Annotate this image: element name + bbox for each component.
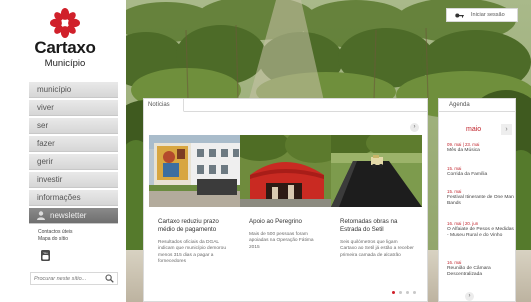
news-card-image[interactable] xyxy=(331,135,422,207)
news-card[interactable]: Retomadas obras na Estrada do Setil Seis… xyxy=(331,135,422,259)
nav-item-municipio[interactable]: município xyxy=(29,82,118,98)
tab-noticias[interactable]: Notícias xyxy=(144,99,184,112)
red-tent-photo xyxy=(240,135,331,207)
agenda-month: maio xyxy=(466,126,482,133)
sitemap-link[interactable]: Mapa do sítio xyxy=(38,236,118,243)
event-title[interactable]: O Alfaiate de Pesos e Medidas - Museu Ru… xyxy=(447,227,515,239)
nav-item-ser[interactable]: ser xyxy=(29,118,118,134)
carousel-dots xyxy=(392,291,416,295)
cartaxo-emblem-icon xyxy=(50,8,80,38)
news-card-image[interactable] xyxy=(149,135,240,207)
news-card-title[interactable]: Cartaxo reduziu prazo médio de pagamento xyxy=(149,218,240,234)
news-panel: Notícias › Cartaxo reduziu prazo médio d… xyxy=(143,98,428,302)
site-search xyxy=(30,272,118,285)
agenda-event[interactable]: 09. mai | 23. mai Mês da Música xyxy=(447,142,515,154)
svg-text:You: You xyxy=(43,251,48,255)
nav-item-newsletter[interactable]: newsletter xyxy=(29,208,118,224)
news-next-button[interactable]: › xyxy=(410,123,419,132)
nav-item-investir[interactable]: investir xyxy=(29,172,118,188)
carousel-dot[interactable] xyxy=(406,291,409,294)
login-button[interactable]: Iniciar sessão xyxy=(446,8,518,22)
news-card-image[interactable] xyxy=(240,135,331,207)
tab-divider xyxy=(184,111,428,112)
news-card-summary: Seis quilómetros que ligam Cartaxo ao Se… xyxy=(340,240,414,258)
event-title[interactable]: Mês da Música xyxy=(447,148,515,154)
agenda-event[interactable]: 16. mai Reunião de Câmara Descentralizad… xyxy=(447,260,515,278)
news-card-title[interactable]: Retomadas obras na Estrada do Setil xyxy=(331,218,422,234)
agenda-event[interactable]: 15. mai Festival Itinerante de One Man B… xyxy=(447,189,515,207)
building-mural-photo xyxy=(149,135,240,207)
road-works-photo xyxy=(331,135,422,207)
youtube-icon[interactable]: You xyxy=(41,250,50,261)
contacts-link[interactable]: Contactos úteis xyxy=(38,229,118,236)
nav-item-viver[interactable]: viver xyxy=(29,100,118,116)
agenda-panel: Agenda maio › 09. mai | 23. mai Mês da M… xyxy=(438,98,516,302)
carousel-dot[interactable] xyxy=(399,291,402,294)
user-icon xyxy=(37,211,45,220)
news-card-summary: Mais de 500 pessoas foram apoiadas na Op… xyxy=(249,232,314,250)
event-title[interactable]: Reunião de Câmara Descentralizada xyxy=(447,266,515,278)
news-card-title[interactable]: Apoio ao Peregrino xyxy=(240,218,331,226)
carousel-dot[interactable] xyxy=(413,291,416,294)
agenda-more-button[interactable]: › xyxy=(465,292,474,301)
news-card-summary: Resultados oficiais da DGAL indicam que … xyxy=(158,240,226,265)
page: Cartaxo Município município viver ser fa… xyxy=(0,0,531,302)
agenda-title: Agenda xyxy=(439,99,515,112)
key-icon xyxy=(455,13,464,18)
agenda-event[interactable]: 15. mai Corrida da Família xyxy=(447,166,515,178)
news-card[interactable]: Apoio ao Peregrino Mais de 500 pessoas f… xyxy=(240,135,331,251)
event-title[interactable]: Festival Itinerante de One Man Bands xyxy=(447,195,515,207)
event-title[interactable]: Corrida da Família xyxy=(447,172,515,178)
nav-item-informacoes[interactable]: informações xyxy=(29,190,118,206)
login-label: Iniciar sessão xyxy=(471,12,505,18)
month-next-button[interactable]: › xyxy=(501,124,512,135)
search-icon[interactable] xyxy=(105,274,114,283)
nav-item-fazer[interactable]: fazer xyxy=(29,136,118,152)
newsletter-label: newsletter xyxy=(50,210,87,220)
main-nav: município viver ser fazer gerir investir… xyxy=(29,82,118,226)
nav-item-gerir[interactable]: gerir xyxy=(29,154,118,170)
carousel-dot[interactable] xyxy=(392,291,395,294)
brand-subtitle: Município xyxy=(44,58,86,69)
side-links: Contactos úteis Mapa do sítio xyxy=(38,229,118,243)
news-card[interactable]: Cartaxo reduziu prazo médio de pagamento… xyxy=(149,135,240,266)
agenda-event[interactable]: 16. mai | 20. jun O Alfaiate de Pesos e … xyxy=(447,221,515,239)
search-input[interactable] xyxy=(34,274,104,284)
site-logo[interactable]: Cartaxo Município xyxy=(30,8,100,83)
brand-name: Cartaxo xyxy=(34,38,96,57)
